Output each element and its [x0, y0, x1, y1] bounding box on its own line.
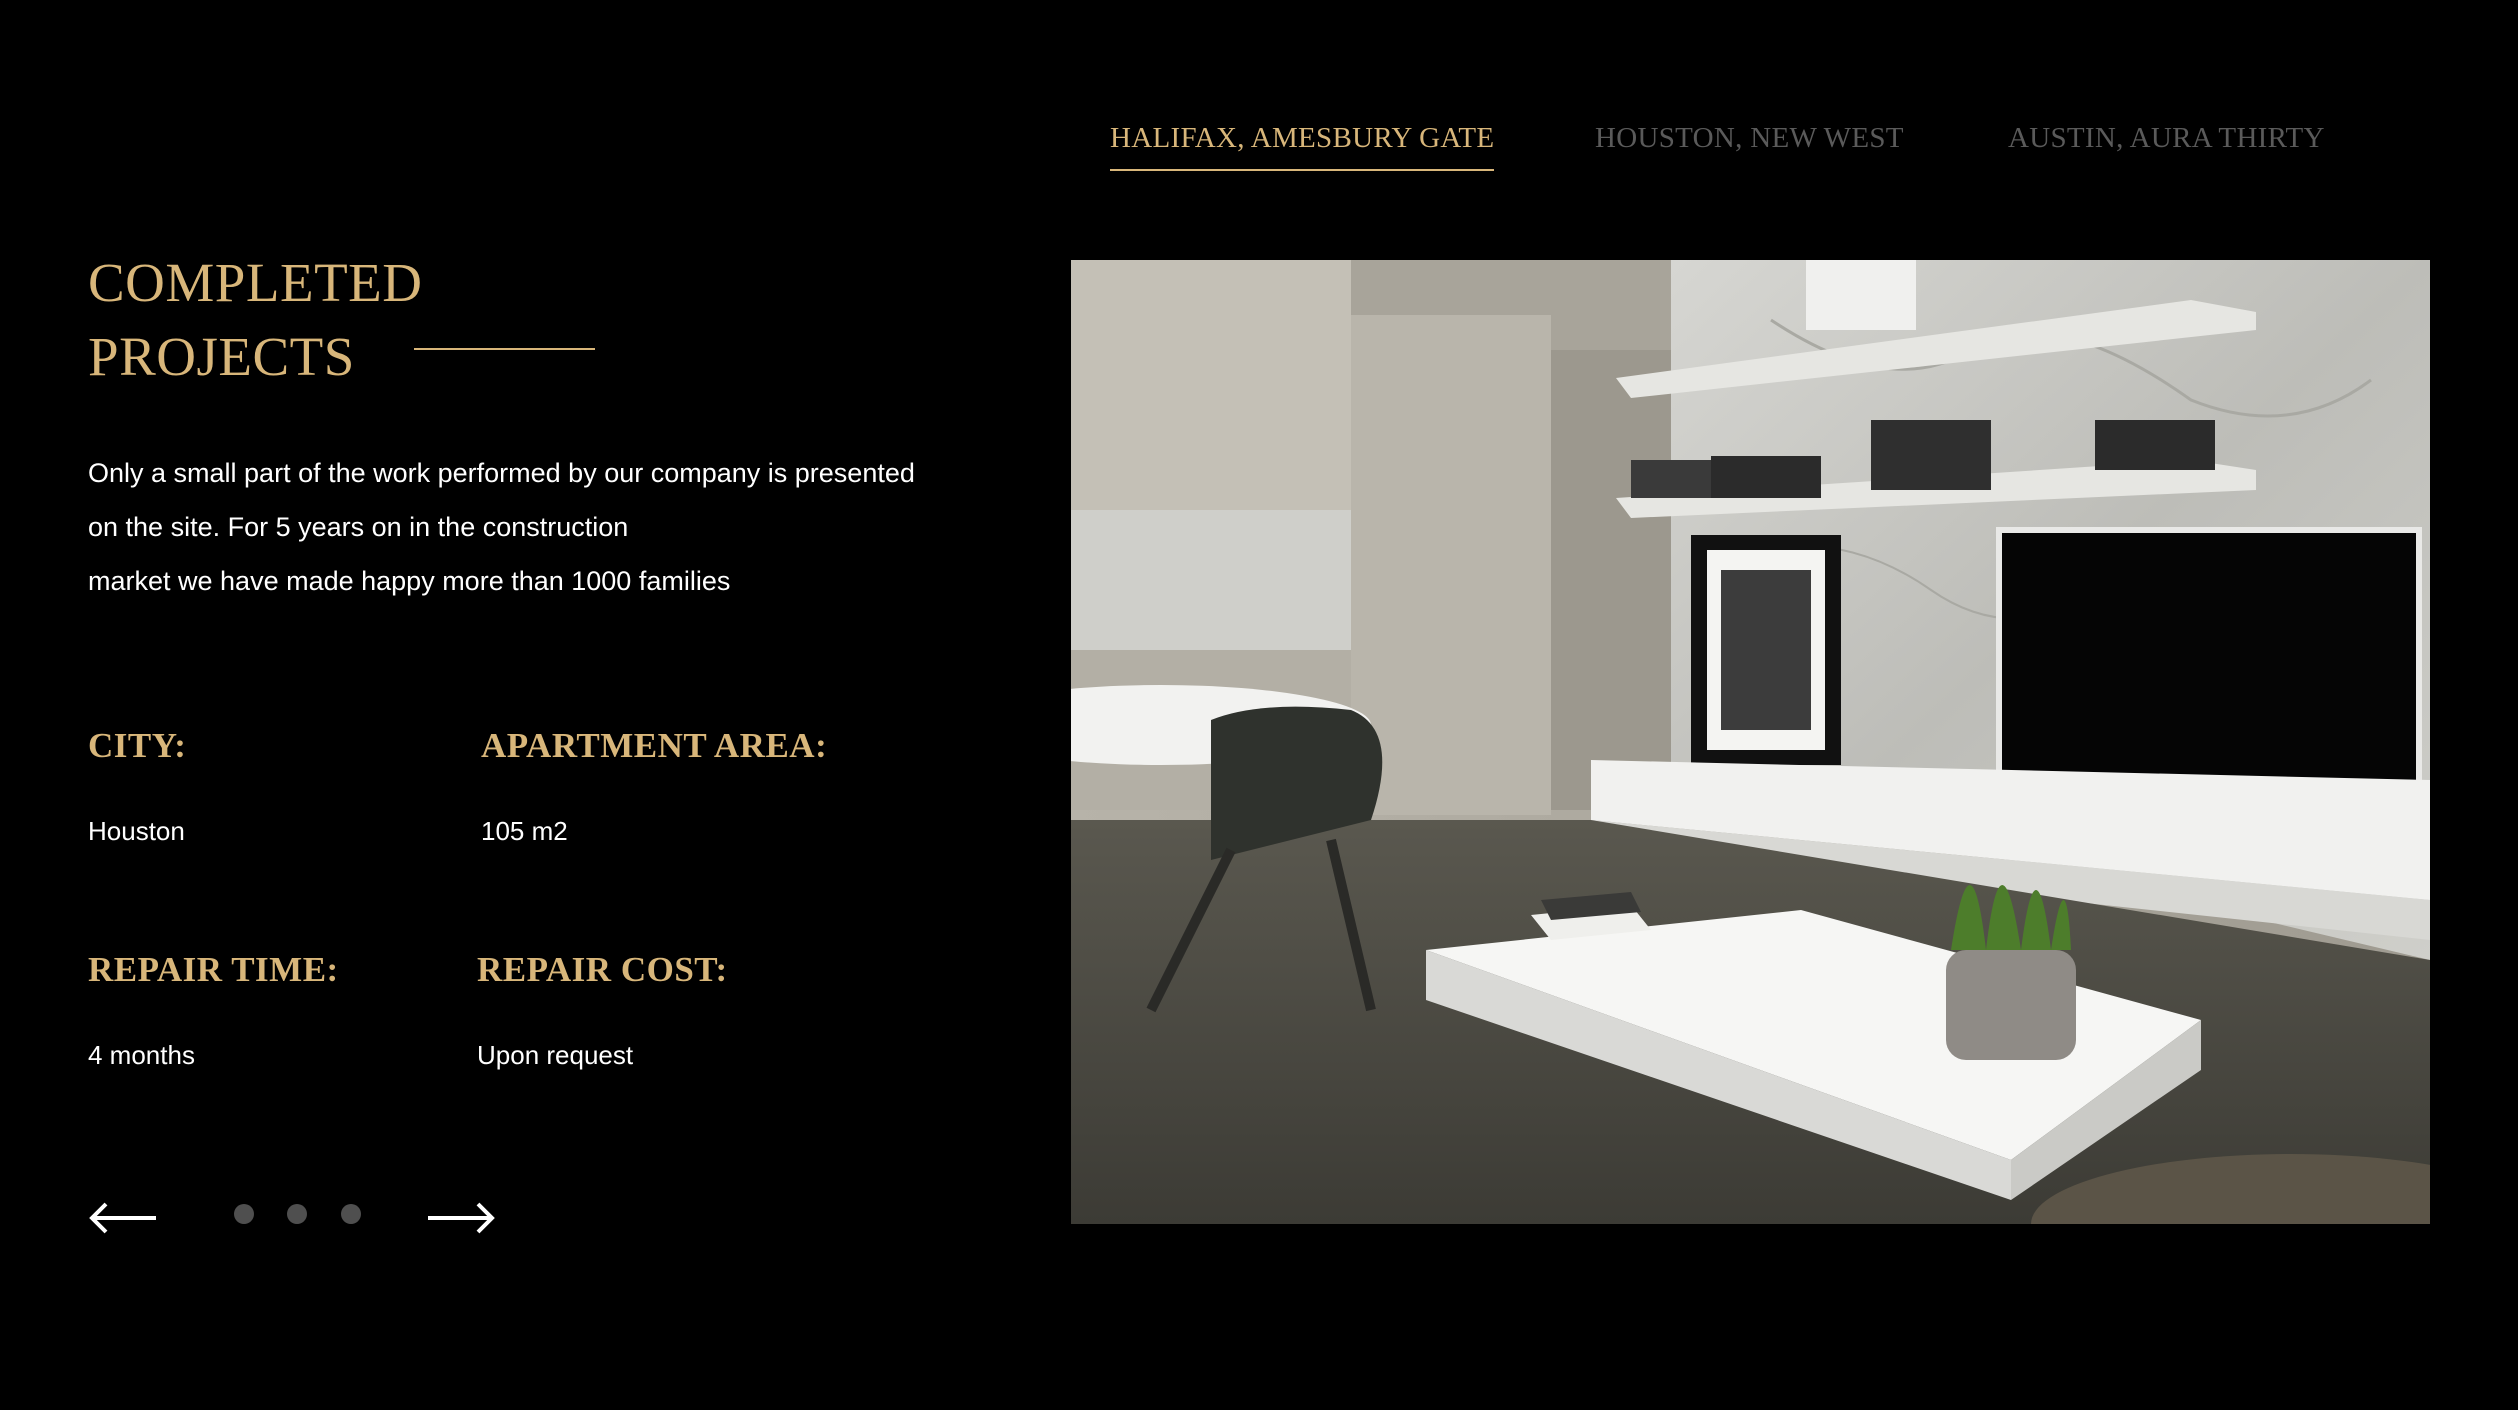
slide-dot-1[interactable] [234, 1204, 254, 1224]
repair-time-value: 4 months [88, 1040, 195, 1070]
project-tabs: HALIFAX, AMESBURY GATE HOUSTON, NEW WEST… [1110, 122, 2410, 172]
apartment-area-label: APARTMENT AREA: [481, 726, 828, 765]
description: Only a small part of the work performed … [88, 446, 1008, 608]
project-photo [1071, 260, 2430, 1224]
description-line-1: Only a small part of the work performed … [88, 458, 915, 488]
tab-austin-aura-thirty[interactable]: AUSTIN, AURA THIRTY [2008, 122, 2325, 169]
city-value: Houston [88, 816, 185, 846]
page-title-line-1: COMPLETED [88, 252, 423, 313]
tab-houston-new-west[interactable]: HOUSTON, NEW WEST [1595, 122, 1904, 169]
repair-cost-value: Upon request [477, 1040, 634, 1070]
title-divider [414, 348, 595, 350]
next-slide-button[interactable] [424, 1195, 496, 1241]
arrow-left-icon [89, 1202, 156, 1234]
repair-time-label: REPAIR TIME: [88, 950, 339, 989]
slide-dot-3[interactable] [341, 1204, 361, 1224]
arrow-right-icon [428, 1202, 495, 1234]
apartment-area-value: 105 m2 [481, 816, 568, 846]
living-room-illustration [1071, 260, 2430, 1224]
page-title-line-2: PROJECTS [88, 326, 355, 387]
city-label: CITY: [88, 726, 187, 765]
tab-halifax-amesbury-gate[interactable]: HALIFAX, AMESBURY GATE [1110, 122, 1495, 171]
slide-dot-2[interactable] [287, 1204, 307, 1224]
page-title: COMPLETED PROJECTS [88, 246, 423, 394]
prev-slide-button[interactable] [88, 1195, 160, 1241]
repair-cost-label: REPAIR COST: [477, 950, 728, 989]
description-line-3: market we have made happy more than 1000… [88, 566, 731, 596]
description-line-2: on the site. For 5 years on in the const… [88, 512, 629, 542]
